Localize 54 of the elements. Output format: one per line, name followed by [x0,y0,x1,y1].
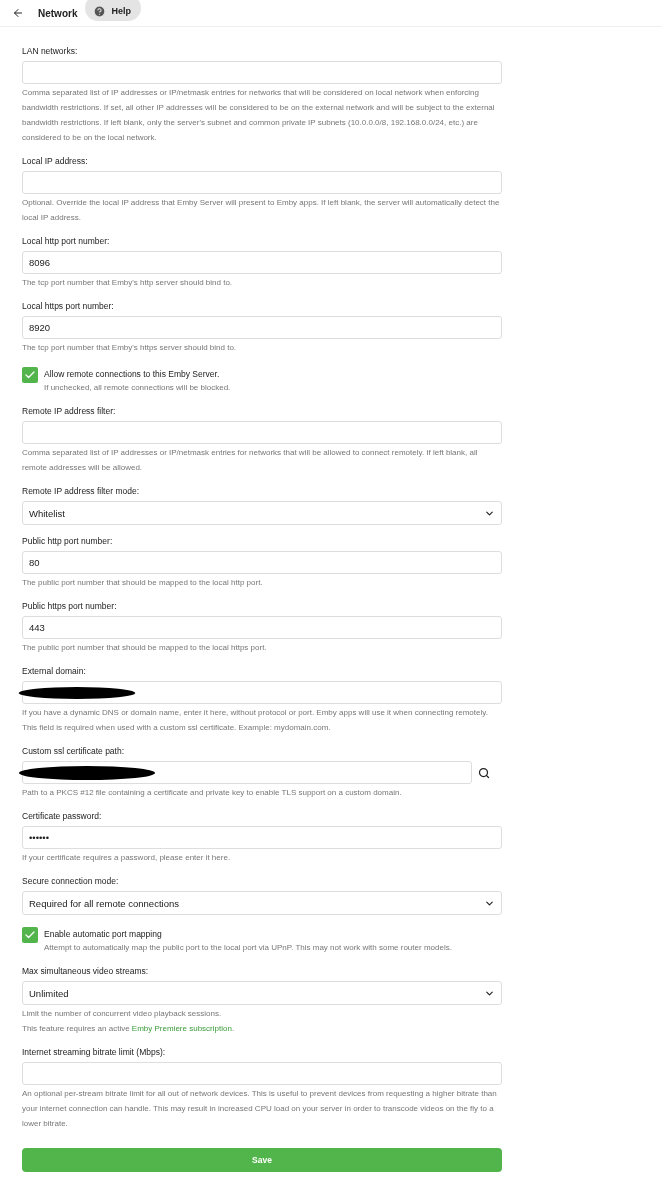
select-field[interactable]: Whitelist [22,501,502,525]
help-text: The tcp port number that Emby's https server should bind to. [22,342,238,354]
check-icon [24,369,36,381]
help-text: Attempt to automatically map the public port to the local port via UPnP. This may not work with some router models. [44,942,452,954]
field-label: Certificate password: [22,811,103,821]
input-field[interactable] [22,1062,502,1085]
select-field[interactable]: Required for all remote connections [22,891,502,915]
help-text: The public port number that should be mapped to the local https port. [22,642,268,654]
field-label: Public http port number: [22,536,114,546]
input-field[interactable] [22,171,502,194]
field-label: Max simultaneous video streams: [22,966,150,976]
help-text: If you have a dynamic DNS or domain name, enter it here, without protocol or port. Emby apps will use it when connecting remotely. This field is required when used with a custom ssl certificate. Example: mydomain.com. [22,707,489,734]
help-text: Path to a PKCS #12 file containing a certificate and private key to enable TLS support on a custom domain. [22,787,403,799]
input-field[interactable]: •••••• [22,826,502,849]
help-text: This feature requires an active Emby Premiere subscription. [22,1023,236,1035]
input-field[interactable]: 8920 [22,316,502,339]
field-label: Secure connection mode: [22,876,120,886]
select-field[interactable]: Unlimited [22,981,502,1005]
back-icon[interactable] [12,7,24,19]
help-text: Comma separated list of IP addresses or IP/netmask entries for networks that will be allowed to connect remotely. If left blank, all remote addresses will be allowed. [22,447,479,474]
field-label: Remote IP address filter mode: [22,486,140,496]
help-text: An optional per-stream bitrate limit for all out of network devices. This is useful to prevent devices from requesting a higher bitrate than your internet connection can handle. This may result in increased CPU load on your server in order to transcode videos on the fly to a lower bitrate. [22,1088,498,1130]
help-text: The public port number that should be mapped to the local http port. [22,577,264,589]
page-title: Network [38,7,78,19]
field-label: Custom ssl certificate path: [22,746,126,756]
field-label: Local http port number: [22,236,111,246]
input-field[interactable] [22,421,502,444]
help-text: If your certificate requires a password, please enter it here. [22,852,232,864]
checkbox-label: Enable automatic port mapping [44,929,163,939]
check-icon [24,929,36,941]
field-label: Remote IP address filter: [22,406,117,416]
input-field[interactable] [22,761,472,784]
input-field[interactable]: 80 [22,551,502,574]
field-label: Local https port number: [22,301,115,311]
input-field[interactable]: 8096 [22,251,502,274]
field-label: Local IP address: [22,156,89,166]
help-icon [93,4,107,18]
help-text: The tcp port number that Emby's http server should bind to. [22,277,234,289]
field-label: LAN networks: [22,46,79,56]
search-icon[interactable] [478,766,490,779]
field-label: External domain: [22,666,87,676]
help-text: Limit the number of concurrent video playback sessions. [22,1008,223,1020]
input-field[interactable] [22,61,502,84]
input-field[interactable]: 443 [22,616,502,639]
field-label: Internet streaming bitrate limit (Mbps): [22,1047,167,1057]
subscription-link[interactable]: Emby Premiere subscription [131,1024,232,1033]
checkbox[interactable] [22,927,38,943]
help-text: Comma separated list of IP addresses or IP/netmask entries for networks that will be considered on local network when enforcing bandwidth restrictions. If set, all other IP addresses will be considered to be on the external network and will be subject to the external bandwidth restrictions. If left blank, only the server's subnet and common private IP subnets (10.0.0.0/8, 192.168.0.0/24, etc.) are considered to be on the local network. [22,87,496,144]
field-label: Public https port number: [22,601,118,611]
checkbox-label: Allow remote connections to this Emby Server. [44,369,221,379]
help-button[interactable]: Help [85,0,141,21]
help-text: Optional. Override the local IP address that Emby Server will present to Emby apps. If left blank, the server will automatically detect the local IP address. [22,197,501,224]
help-text: If unchecked, all remote connections will be blocked. [44,382,231,394]
checkbox[interactable] [22,367,38,383]
